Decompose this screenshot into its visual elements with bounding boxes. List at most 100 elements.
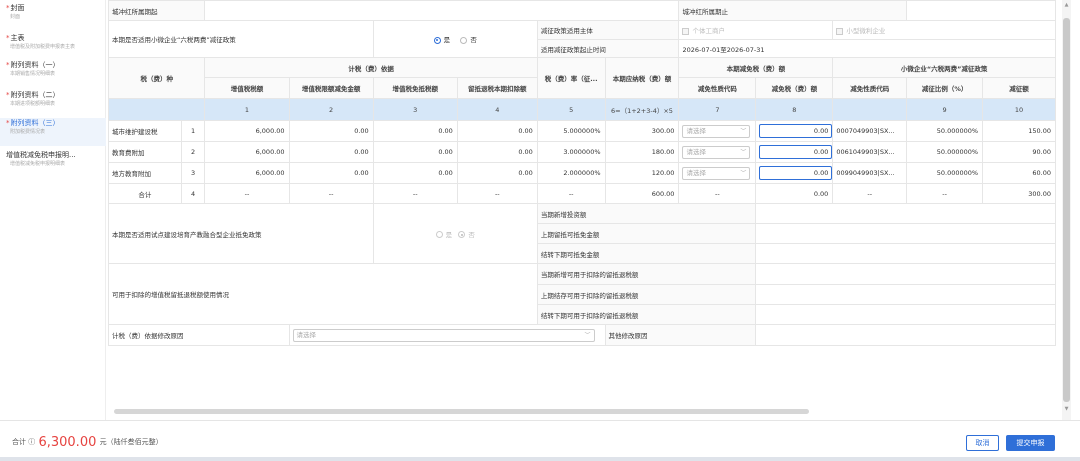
exempt-cell[interactable]: 0.00	[372, 162, 458, 184]
scrollbar-thumb[interactable]	[1063, 18, 1070, 402]
reduce-header: 本期减免税（费）额	[678, 57, 834, 78]
scroll-up-icon[interactable]: ▲	[1063, 2, 1070, 8]
change-reason-select[interactable]: 请选择 ﹀	[292, 328, 595, 342]
chevron-down-icon: ﹀	[740, 127, 747, 135]
total-name: 合计	[108, 183, 182, 204]
small-policy-yes-radio[interactable]	[433, 36, 441, 44]
total-ratio: --	[906, 183, 984, 204]
scroll-down-icon[interactable]: ▼	[1063, 406, 1070, 412]
sidebar-item-title: 增值税减免税申报明...	[6, 150, 106, 160]
sidebar-item[interactable]: *主表 增值税及附加税费申报表主表	[0, 33, 106, 61]
reduce-code-select[interactable]: 请选择 ﹀	[682, 145, 751, 159]
total-amount-value: 6,300.00	[38, 435, 97, 450]
refund-cell[interactable]: 0.00	[456, 120, 538, 142]
form-table: 城冲红所属期起 城冲红所属期止 本期是否适用小微企业“六税两费”减征政策 是 否…	[108, 0, 1056, 346]
row-name: 教育费附加	[108, 141, 182, 163]
individual-checkbox[interactable]	[682, 27, 690, 35]
change-reason-cell: 请选择 ﹀	[288, 324, 606, 346]
app-root: *封面 封面 *主表 增值税及附加税费申报表主表 *附列资料（一） 本期销售情况明细表 *附…	[0, 0, 1080, 461]
sidebar-item[interactable]: *封面 封面	[0, 3, 106, 31]
cancel-button[interactable]: 取消	[966, 435, 999, 451]
credit-prev-value[interactable]	[755, 284, 1056, 305]
small-policy-no-radio[interactable]	[460, 36, 468, 44]
pilot-yes-radio[interactable]	[435, 231, 443, 238]
reduce-amount-input[interactable]: 0.00	[759, 124, 832, 138]
other-reason-value[interactable]	[755, 324, 1056, 346]
chevron-down-icon: ﹀	[740, 148, 747, 156]
vat-cell[interactable]: 6,000.00	[204, 141, 290, 163]
vat-cell[interactable]: 6,000.00	[204, 162, 290, 184]
refund-cell[interactable]: 0.00	[456, 141, 538, 163]
submit-button[interactable]: 提交申报	[1006, 435, 1055, 451]
total-row: 合计 4 -- -- -- -- -- 600.00 -- 0.00 -- --…	[108, 183, 1056, 204]
payable-cell: 300.00	[604, 120, 680, 142]
period-start-value[interactable]	[204, 0, 680, 21]
reduce-code-placeholder: 请选择	[686, 147, 706, 156]
row-name: 地方教育附加	[108, 162, 182, 184]
vertical-scrollbar[interactable]: ▲ ▼	[1062, 0, 1071, 420]
form-area: 城冲红所属期起 城冲红所属期止 本期是否适用小微企业“六税两费”减征政策 是 否…	[108, 0, 1056, 420]
sidebar-item-title: *附列资料（三）	[6, 118, 106, 128]
small-enterprise-checkbox[interactable]	[836, 27, 844, 35]
index-cell: 5	[536, 98, 606, 121]
limit-cell[interactable]: 0.00	[288, 162, 374, 184]
total-refund: --	[456, 183, 538, 204]
sidebar-item-subtitle: 附加税费情况表	[10, 129, 46, 135]
payable-cell: 180.00	[604, 141, 680, 163]
small-code-cell: 0061049903|SX...	[832, 141, 908, 163]
pilot-no-radio[interactable]	[458, 231, 466, 238]
credit-carry-value[interactable]	[755, 304, 1056, 325]
basis-col-1: 增值税税额	[204, 77, 290, 99]
vat-cell[interactable]: 6,000.00	[204, 120, 290, 142]
reduce-code-select[interactable]: 请选择 ﹀	[682, 124, 751, 138]
exempt-cell[interactable]: 0.00	[372, 141, 458, 163]
sidebar-item-subtitle: 本期销售情况明细表	[10, 71, 56, 77]
total-amount: 300.00	[982, 183, 1056, 204]
credit-new-value[interactable]	[755, 263, 1056, 285]
index-cell: 7	[678, 98, 757, 121]
basis-col-3: 增值税免抵税额	[372, 77, 458, 99]
sidebar-item[interactable]: *附列资料（一） 本期销售情况明细表	[0, 60, 106, 88]
small-policy-no-label: 否	[470, 36, 477, 44]
total-small-code: --	[832, 183, 908, 204]
pilot-carry-credit-value[interactable]	[755, 243, 1056, 264]
limit-cell[interactable]: 0.00	[288, 120, 374, 142]
code-cell: 请选择 ﹀	[678, 162, 757, 184]
reduce-code-placeholder: 请选择	[686, 126, 706, 135]
chevron-down-icon: ﹀	[584, 331, 591, 339]
rate-cell: 2.000000%	[536, 162, 606, 184]
total-amount-words: 元（陆仟叁佰元整）	[99, 438, 163, 446]
limit-cell[interactable]: 0.00	[288, 141, 374, 163]
total-reduce: 0.00	[755, 183, 834, 204]
sidebar-item-label: 附列资料（一）	[10, 61, 60, 69]
small-policy-yes-label: 是	[443, 36, 451, 44]
reduce-cell: 0.00	[755, 120, 834, 142]
reduce-amount-input[interactable]: 0.00	[759, 166, 832, 180]
sidebar-item-label: 附列资料（二）	[10, 91, 60, 99]
reduce-code-select[interactable]: 请选择 ﹀	[682, 166, 751, 180]
table-row: 教育费附加 2 6,000.00 0.00 0.00 0.00 3.000000…	[108, 141, 1056, 163]
sidebar-item[interactable]: 增值税减免税申报明... 增值税减免税申报明细表	[0, 150, 106, 178]
index-cell: 4	[456, 98, 538, 121]
other-reason-label: 其他修改原因	[604, 324, 757, 346]
pilot-prev-credit-value[interactable]	[755, 223, 1056, 244]
sidebar-item[interactable]: *附列资料（二） 本期进项税额明细表	[0, 90, 106, 118]
rate-cell: 5.000000%	[536, 120, 606, 142]
credit-carry-label: 结转下期可用于扣除的留抵退税额	[536, 304, 757, 325]
amount-cell: 150.00	[982, 120, 1056, 142]
index-cell	[832, 98, 908, 121]
exempt-cell[interactable]: 0.00	[372, 120, 458, 142]
rate-cell: 3.000000%	[536, 141, 606, 163]
horizontal-scrollbar[interactable]	[114, 409, 809, 414]
reduce-cell: 0.00	[755, 162, 834, 184]
pilot-new-invest-value[interactable]	[755, 203, 1056, 224]
total-label: 合计	[12, 438, 26, 446]
individual-option: 个体工商户	[678, 20, 834, 40]
reduce-amount-input[interactable]: 0.00	[759, 145, 832, 159]
refund-cell[interactable]: 0.00	[456, 162, 538, 184]
period-end-value[interactable]	[906, 0, 1056, 21]
sidebar-item-title: *主表	[6, 33, 106, 43]
total-limit: --	[288, 183, 374, 204]
sidebar-item[interactable]: *附列资料（三） 附加税费情况表	[0, 118, 106, 146]
info-icon[interactable]: ⓘ	[28, 438, 35, 446]
